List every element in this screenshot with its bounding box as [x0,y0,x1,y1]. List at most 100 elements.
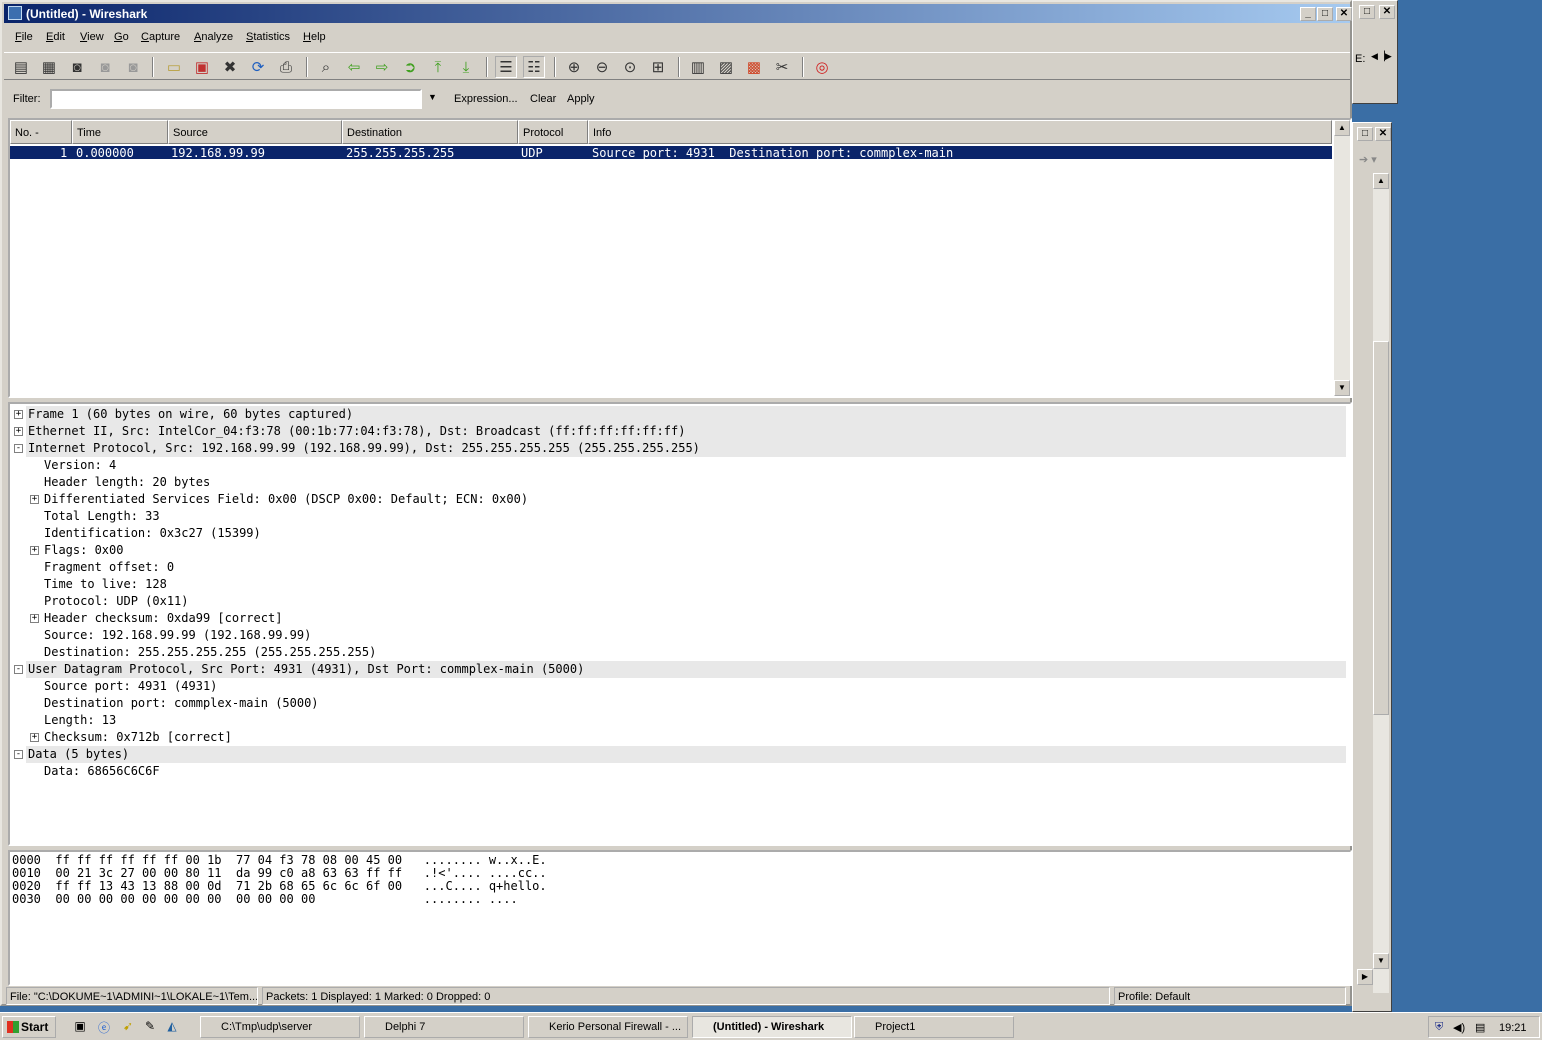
detail-row[interactable]: Ethernet II, Src: IntelCor_04:f3:78 (00:… [26,423,1346,440]
zoom-out-icon[interactable]: ⊖ [591,56,613,78]
scroll-down-icon[interactable]: ▼ [1334,380,1350,396]
network-icon[interactable]: ▤ [1475,1021,1485,1034]
scroll-up-icon[interactable]: ▲ [1373,173,1389,189]
detail-row[interactable]: Time to live: 128 [44,576,167,593]
wireshark-quicklaunch-icon[interactable]: ◭ [164,1019,180,1035]
notepad-icon[interactable]: ✎ [142,1019,158,1035]
detail-row[interactable]: Protocol: UDP (0x11) [44,593,189,610]
capture-restart-icon[interactable]: ◙ [122,56,144,78]
detail-row[interactable]: Destination port: commplex-main (5000) [44,695,319,712]
menu-analyze[interactable]: Analyze [194,31,233,43]
column-info[interactable]: Info [588,120,1332,144]
detail-row[interactable]: Header checksum: 0xda99 [correct] [44,610,282,627]
save-icon[interactable]: ▣ [191,56,213,78]
menu-capture[interactable]: Capture [141,31,180,43]
expand-icon[interactable]: + [14,427,23,436]
print-icon[interactable]: ⎙ [275,56,297,78]
packet-row[interactable]: 1 0.000000 192.168.99.99 255.255.255.255… [10,146,1332,160]
packet-bytes[interactable]: 0000 ff ff ff ff ff ff 00 1b 77 04 f3 78… [8,850,1352,986]
detail-row[interactable]: Version: 4 [44,457,116,474]
scroll-up-icon[interactable]: ▲ [1334,120,1350,136]
preferences-icon[interactable]: ✂ [771,56,793,78]
detail-row[interactable]: Identification: 0x3c27 (15399) [44,525,261,542]
detail-row[interactable]: Data: 68656C6C6F [44,763,160,780]
collapse-icon[interactable]: - [14,444,23,453]
packet-list[interactable]: No. - Time Source Destination Protocol I… [8,118,1352,398]
column-protocol[interactable]: Protocol [518,120,588,144]
menu-edit[interactable]: Edit [46,31,65,43]
interface-list-icon[interactable]: ▤ [10,56,32,78]
detail-row[interactable]: Frame 1 (60 bytes on wire, 60 bytes capt… [26,406,1346,423]
show-desktop-icon[interactable]: ▣ [72,1019,88,1035]
menu-view[interactable]: View [80,31,104,43]
detail-row[interactable]: Total Length: 33 [44,508,160,525]
scroll-thumb[interactable] [1373,341,1389,715]
capture-start-icon[interactable]: ◙ [66,56,88,78]
maximize-button[interactable]: □ [1359,5,1375,19]
detail-row[interactable]: Differentiated Services Field: 0x00 (DSC… [44,491,528,508]
scroll-down-icon[interactable]: ▼ [1373,953,1389,969]
background-window-top[interactable]: □ ✕ E: ◀▕▶ [1352,0,1398,104]
task-project1[interactable]: Project1 [854,1016,1014,1038]
apply-button[interactable]: Apply [567,93,595,105]
expression-button[interactable]: Expression... [454,93,518,105]
packet-details[interactable]: Frame 1 (60 bytes on wire, 60 bytes capt… [8,402,1352,846]
zoom-normal-icon[interactable]: ⊙ [619,56,641,78]
task-server[interactable]: C:\Tmp\udp\server [200,1016,360,1038]
column-source[interactable]: Source [168,120,342,144]
capture-filters-icon[interactable]: ▥ [687,56,709,78]
menu-go[interactable]: Go [114,31,129,43]
scroll-right-icon[interactable]: ▶ [1357,969,1373,985]
column-no[interactable]: No. - [10,120,72,144]
maximize-button[interactable]: □ [1357,127,1373,141]
expand-icon[interactable]: + [14,410,23,419]
zoom-in-icon[interactable]: ⊕ [563,56,585,78]
detail-row[interactable]: Header length: 20 bytes [44,474,210,491]
detail-row[interactable]: Checksum: 0x712b [correct] [44,729,232,746]
go-first-icon[interactable]: ⤒ [427,56,449,78]
detail-row[interactable]: Destination: 255.255.255.255 (255.255.25… [44,644,376,661]
column-destination[interactable]: Destination [342,120,518,144]
close-button[interactable]: ✕ [1375,127,1391,141]
detail-row[interactable]: Length: 13 [44,712,116,729]
capture-options-icon[interactable]: ▦ [38,56,60,78]
auto-scroll-icon[interactable]: ☷ [523,56,545,78]
internet-explorer-icon[interactable]: ⓔ [96,1019,112,1035]
menu-help[interactable]: Help [303,31,326,43]
packet-list-scrollbar[interactable]: ▲ ▼ [1334,120,1350,396]
detail-row[interactable]: Fragment offset: 0 [44,559,174,576]
menu-statistics[interactable]: Statistics [246,31,290,43]
volume-icon[interactable]: ◀) [1453,1021,1465,1034]
background-window-side[interactable]: □ ✕ ➔ ▾ ▲ ▼ ▶ [1352,122,1392,1012]
status-profile[interactable]: Profile: Default [1114,987,1346,1005]
shield-icon[interactable]: ⛨ [1435,1021,1443,1034]
expand-icon[interactable]: + [30,614,39,623]
detail-row[interactable]: Flags: 0x00 [44,542,123,559]
task-wireshark[interactable]: (Untitled) - Wireshark [692,1016,852,1038]
capture-stop-icon[interactable]: ◙ [94,56,116,78]
collapse-icon[interactable]: - [14,750,23,759]
close-button[interactable]: ✕ [1336,7,1352,21]
go-to-packet-icon[interactable]: ➲ [399,56,421,78]
expand-icon[interactable]: + [30,546,39,555]
maximize-button[interactable]: □ [1317,7,1333,21]
display-filters-icon[interactable]: ▨ [715,56,737,78]
scroll-left-icon[interactable]: ◀▕▶ [1371,51,1392,62]
expand-icon[interactable]: + [30,495,39,504]
menu-file[interactable]: File [15,31,33,43]
go-last-icon[interactable]: ⤓ [455,56,477,78]
close-button[interactable]: ✕ [1379,5,1395,19]
detail-row[interactable]: User Datagram Protocol, Src Port: 4931 (… [26,661,1346,678]
coloring-rules-icon[interactable]: ▩ [743,56,765,78]
reload-icon[interactable]: ⟳ [247,56,269,78]
go-forward-icon[interactable]: ⇨ [371,56,393,78]
forward-arrow-icon[interactable]: ➔ ▾ [1359,153,1377,166]
go-back-icon[interactable]: ⇦ [343,56,365,78]
colorize-icon[interactable]: ☰ [495,56,517,78]
close-icon[interactable]: ✖ [219,56,241,78]
resize-columns-icon[interactable]: ⊞ [647,56,669,78]
task-kerio[interactable]: Kerio Personal Firewall - ... [528,1016,688,1038]
chevron-down-icon[interactable]: ▼ [428,92,437,102]
detail-row[interactable]: Internet Protocol, Src: 192.168.99.99 (1… [26,440,1346,457]
start-button[interactable]: Start [2,1016,56,1038]
